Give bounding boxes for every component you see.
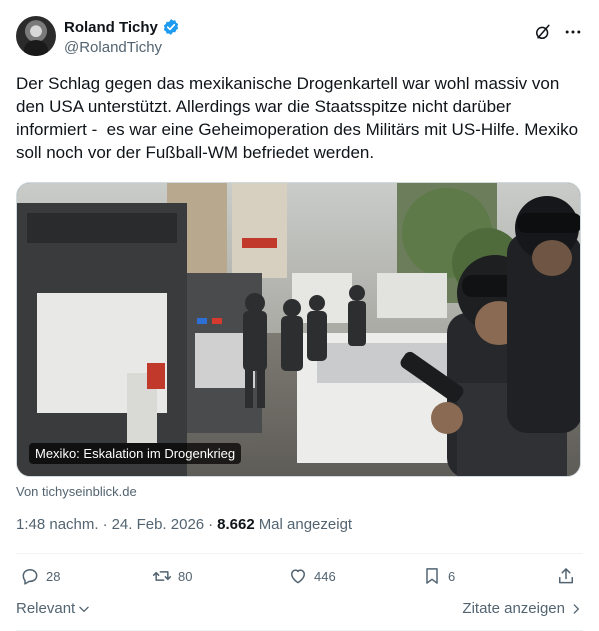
bookmark-icon	[426, 568, 438, 584]
chevron-right-icon	[573, 603, 579, 614]
views-count: 8.662	[217, 516, 255, 533]
media-caption: Mexiko: Eskalation im Drogenkrieg	[29, 443, 242, 464]
quotes-label: Zitate anzeigen	[462, 600, 565, 617]
more-icon[interactable]	[563, 22, 583, 42]
author-display-name[interactable]: Roland Tichy	[64, 19, 158, 36]
bookmark-count: 6	[448, 568, 456, 584]
tweet-text: Der Schlag gegen das mexikanische Drogen…	[16, 74, 583, 162]
reply-button[interactable]: 28	[20, 566, 60, 586]
tweet-media-card[interactable]: Mexiko: Eskalation im Drogenkrieg	[16, 182, 581, 477]
link-source[interactable]: Von tichyseinblick.de	[16, 484, 137, 499]
repost-icon	[152, 571, 172, 581]
bottom-row: Relevant Zitate anzeigen	[16, 600, 583, 620]
meta-separator: ·	[208, 516, 214, 533]
tweet-header: Roland Tichy @RolandTichy	[16, 16, 583, 60]
verified-badge-icon	[163, 19, 179, 35]
grok-icon[interactable]	[533, 22, 553, 42]
view-quotes-link[interactable]: Zitate anzeigen	[462, 600, 583, 617]
avatar[interactable]	[16, 16, 56, 56]
reply-icon	[22, 569, 38, 585]
share-button[interactable]	[556, 566, 576, 586]
sort-label: Relevant	[16, 600, 76, 617]
chevron-down-icon	[79, 606, 89, 612]
tweet-meta: 1:48 nachm. · 24. Feb. 2026 · 8.662 Mal …	[16, 516, 352, 533]
media-image	[17, 183, 580, 476]
reply-count: 28	[46, 568, 61, 584]
views-label: Mal angezeigt	[258, 516, 353, 533]
meta-separator: ·	[102, 516, 108, 533]
sort-relevant-dropdown[interactable]: Relevant	[16, 600, 91, 617]
like-count: 446	[314, 568, 336, 584]
author-name-row: Roland Tichy	[64, 18, 180, 36]
author-handle[interactable]: @RolandTichy	[64, 39, 162, 56]
tweet-date[interactable]: 24. Feb. 2026	[112, 516, 205, 533]
bookmark-button[interactable]: 6	[422, 566, 455, 586]
like-icon	[291, 569, 305, 584]
repost-button[interactable]: 80	[152, 566, 192, 586]
like-button[interactable]: 446	[288, 566, 336, 586]
tweet-time[interactable]: 1:48 nachm.	[16, 516, 99, 533]
repost-count: 80	[178, 568, 193, 584]
action-bar: 28 80 446 6	[16, 566, 583, 588]
divider	[16, 553, 583, 554]
share-icon	[559, 568, 573, 584]
